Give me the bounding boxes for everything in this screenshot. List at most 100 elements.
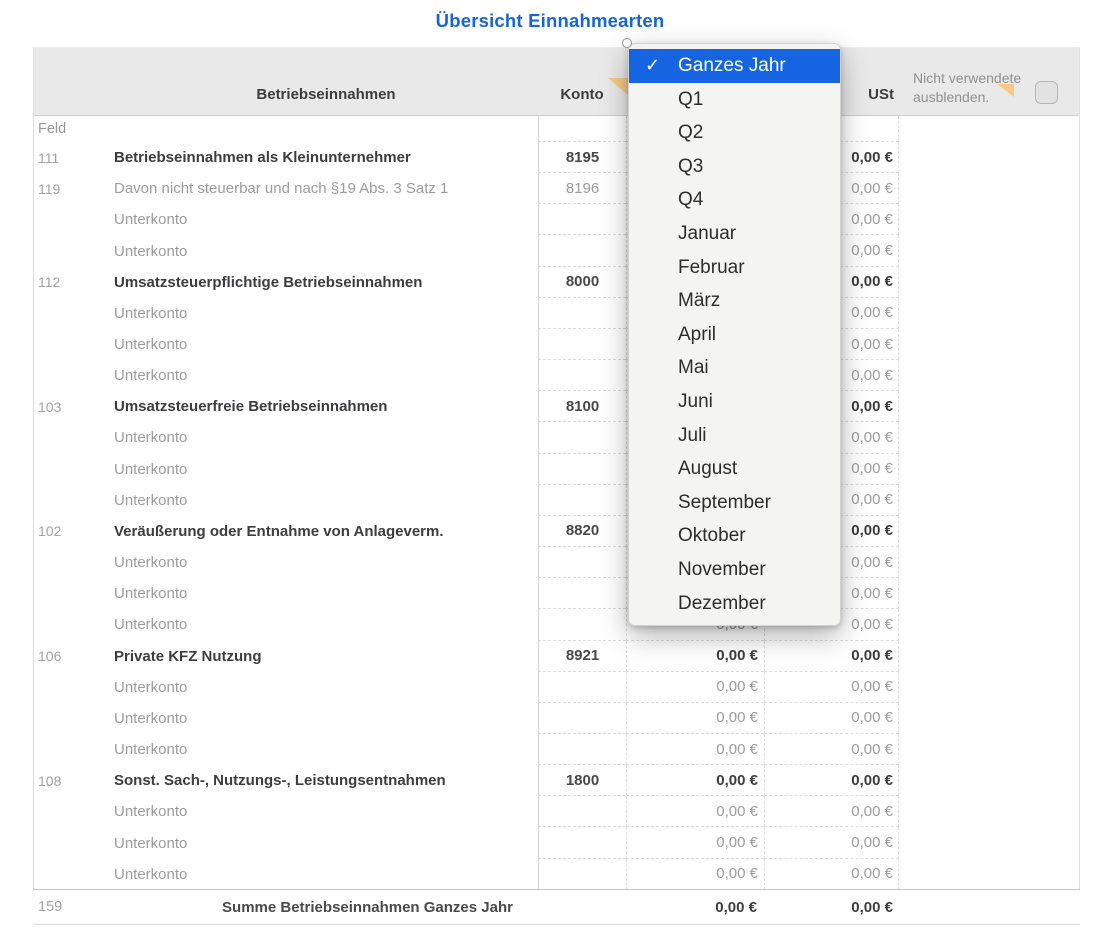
cell-konto[interactable]: [538, 672, 626, 703]
menu-item[interactable]: ✓ Mai: [629, 351, 840, 385]
cell-ust[interactable]: 0,00 €: [764, 827, 899, 858]
cell-label[interactable]: Unterkonto: [89, 211, 538, 228]
menu-item[interactable]: ✓ März: [629, 284, 840, 318]
cell-konto[interactable]: 8820: [538, 516, 626, 547]
cell-label[interactable]: Davon nicht steuerbar und nach §19 Abs. …: [89, 180, 538, 197]
table-row: 119 Davon nicht steuerbar und nach §19 A…: [34, 173, 1079, 204]
menu-item[interactable]: ✓ August: [629, 452, 840, 486]
summe-ust-cell[interactable]: 0,00 €: [763, 899, 898, 916]
table-row: Unterkonto 0,00 € 0,00 €: [34, 485, 1079, 516]
cell-ust[interactable]: 0,00 €: [764, 672, 899, 703]
cell-konto[interactable]: [538, 204, 626, 235]
cell-konto[interactable]: [538, 609, 626, 640]
cell-label[interactable]: Sonst. Sach-, Nutzungs-, Leistungsentnah…: [89, 772, 538, 789]
cell-label[interactable]: Unterkonto: [89, 616, 538, 633]
cell-label[interactable]: Unterkonto: [89, 243, 538, 260]
cell-amount[interactable]: 0,00 €: [626, 672, 764, 703]
cell-konto[interactable]: 8195: [538, 142, 626, 173]
menu-item[interactable]: ✓ Februar: [629, 251, 840, 285]
cell-label[interactable]: Unterkonto: [89, 554, 538, 571]
cell-konto[interactable]: [538, 578, 626, 609]
cell-ust[interactable]: 0,00 €: [764, 641, 899, 672]
cell-konto[interactable]: [538, 703, 626, 734]
menu-item[interactable]: ✓ April: [629, 318, 840, 352]
table-row: Unterkonto 0,00 € 0,00 €: [34, 859, 1079, 890]
cell-amount[interactable]: 0,00 €: [626, 703, 764, 734]
cell-label[interactable]: Betriebseinnahmen als Kleinunternehmer: [89, 149, 538, 166]
menu-item[interactable]: ✓ Dezember: [629, 587, 840, 621]
cell-amount[interactable]: 0,00 €: [626, 827, 764, 858]
feld-label: Feld: [34, 121, 89, 137]
summe-amount-cell[interactable]: 0,00 €: [625, 899, 763, 916]
cell-label[interactable]: Unterkonto: [89, 305, 538, 322]
menu-item[interactable]: ✓ Oktober: [629, 519, 840, 553]
menu-item[interactable]: ✓ November: [629, 553, 840, 587]
cell-amount[interactable]: 0,00 €: [626, 859, 764, 890]
table-row: 103 Umsatzsteuerfreie Betriebseinnahmen …: [34, 391, 1079, 422]
table-row: 112 Umsatzsteuerpflichtige Betriebseinna…: [34, 267, 1079, 298]
cell-konto[interactable]: [538, 734, 626, 765]
feld-row: Feld: [34, 116, 1079, 142]
cell-konto[interactable]: 8000: [538, 267, 626, 298]
cell-feld: 103: [34, 399, 89, 415]
cell-konto[interactable]: [538, 454, 626, 485]
cell-konto[interactable]: 1800: [538, 765, 626, 796]
cell-label[interactable]: Unterkonto: [89, 461, 538, 478]
cell-label[interactable]: Umsatzsteuerfreie Betriebseinnahmen: [89, 398, 538, 415]
cell-label[interactable]: Unterkonto: [89, 585, 538, 602]
cell-amount[interactable]: 0,00 €: [626, 641, 764, 672]
hide-unused-checkbox[interactable]: [1035, 81, 1058, 104]
table-row: Unterkonto 0,00 € 0,00 €: [34, 703, 1079, 734]
period-dropdown: ✓ Ganzes Jahr ✓ Q1 ✓ Q2 ✓ Q3 ✓ Q4 ✓ Janu…: [628, 43, 841, 626]
cell-konto[interactable]: 8921: [538, 641, 626, 672]
cell-label[interactable]: Unterkonto: [89, 679, 538, 696]
cell-konto[interactable]: [538, 485, 626, 516]
cell-label[interactable]: Unterkonto: [89, 367, 538, 384]
menu-item[interactable]: ✓ Q3: [629, 150, 840, 184]
cell-label[interactable]: Unterkonto: [89, 492, 538, 509]
cell-amount[interactable]: 0,00 €: [626, 765, 764, 796]
menu-item[interactable]: ✓ Q1: [629, 83, 840, 117]
cell-amount[interactable]: 0,00 €: [626, 796, 764, 827]
cell-konto[interactable]: [538, 547, 626, 578]
cell-label[interactable]: Unterkonto: [89, 803, 538, 820]
cell-konto[interactable]: [538, 796, 626, 827]
menu-anchor-handle-icon[interactable]: [622, 38, 632, 48]
cell-ust[interactable]: 0,00 €: [764, 796, 899, 827]
cell-konto[interactable]: [538, 859, 626, 890]
menu-item[interactable]: ✓ Q2: [629, 116, 840, 150]
cell-label[interactable]: Unterkonto: [89, 710, 538, 727]
cell-label[interactable]: Veräußerung oder Entnahme von Anlageverm…: [89, 523, 538, 540]
cell-label[interactable]: Private KFZ Nutzung: [89, 648, 538, 665]
cell-konto[interactable]: [538, 329, 626, 360]
cell-amount[interactable]: 0,00 €: [626, 734, 764, 765]
cell-konto[interactable]: [538, 422, 626, 453]
menu-item[interactable]: ✓ Juni: [629, 385, 840, 419]
cell-label[interactable]: Unterkonto: [89, 336, 538, 353]
cell-ust[interactable]: 0,00 €: [764, 859, 899, 890]
cell-ust[interactable]: 0,00 €: [764, 703, 899, 734]
cell-konto[interactable]: [538, 360, 626, 391]
menu-item[interactable]: ✓ Januar: [629, 217, 840, 251]
table-row: Unterkonto 0,00 € 0,00 €: [34, 796, 1079, 827]
cell-konto[interactable]: [538, 235, 626, 266]
cell-konto[interactable]: [538, 827, 626, 858]
cell-label[interactable]: Unterkonto: [89, 429, 538, 446]
table-row: Unterkonto 0,00 € 0,00 €: [34, 609, 1079, 640]
menu-item[interactable]: ✓ Ganzes Jahr: [629, 49, 840, 83]
cell-label[interactable]: Umsatzsteuerpflichtige Betriebseinnahmen: [89, 274, 538, 291]
menu-item[interactable]: ✓ Q4: [629, 183, 840, 217]
cell-label[interactable]: Unterkonto: [89, 835, 538, 852]
cell-ust[interactable]: 0,00 €: [764, 734, 899, 765]
table-row: Unterkonto 0,00 € 0,00 €: [34, 734, 1079, 765]
cell-label[interactable]: Unterkonto: [89, 866, 538, 883]
menu-item[interactable]: ✓ September: [629, 486, 840, 520]
cell-konto[interactable]: [538, 298, 626, 329]
table-row: Unterkonto 0,00 € 0,00 €: [34, 204, 1079, 235]
cell-konto[interactable]: 8100: [538, 391, 626, 422]
cell-ust[interactable]: 0,00 €: [764, 765, 899, 796]
cell-feld: 108: [34, 773, 89, 789]
cell-label[interactable]: Unterkonto: [89, 741, 538, 758]
menu-item[interactable]: ✓ Juli: [629, 419, 840, 453]
cell-konto[interactable]: 8196: [538, 173, 626, 204]
